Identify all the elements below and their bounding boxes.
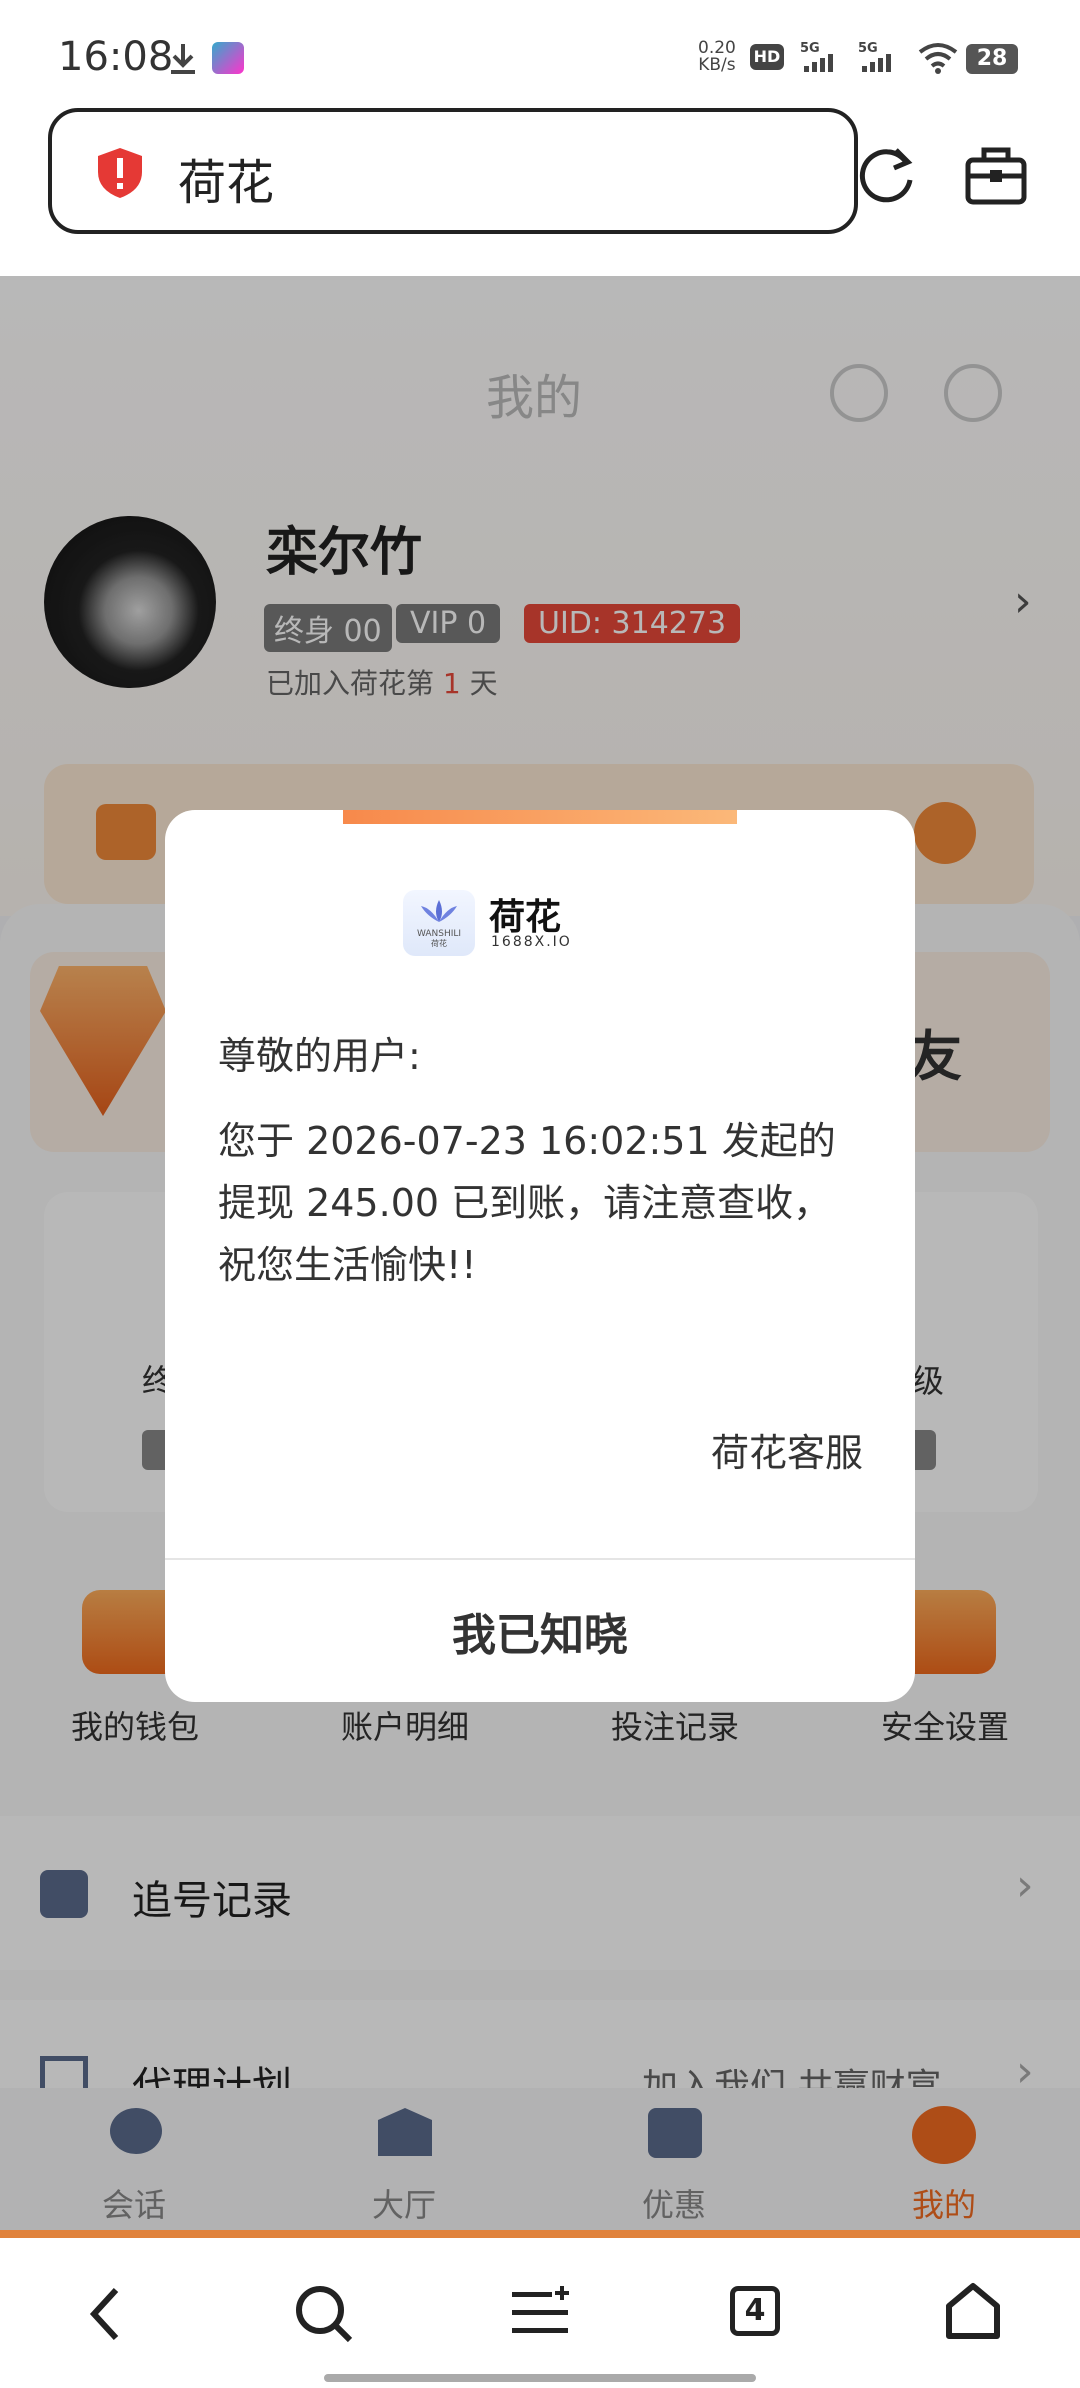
withdrawal-notice-dialog: WANSHILI 荷花 荷花 1688X.IO 尊敬的用户: 您于 2026-0… — [165, 810, 915, 1702]
svg-text:荷花: 荷花 — [431, 938, 447, 948]
gesture-handle — [324, 2374, 756, 2382]
status-bar: 16:08 0.20 KB/s HD 5G 5G 28 — [0, 0, 1080, 110]
svg-text:WANSHILI: WANSHILI — [417, 929, 461, 939]
back-icon[interactable] — [86, 2286, 126, 2342]
logo-subtitle: 1688X.IO — [491, 934, 572, 950]
logo-title: 荷花 — [489, 897, 562, 938]
toolbox-icon[interactable] — [964, 144, 1028, 206]
wifi-icon — [918, 43, 958, 74]
shield-icon — [98, 148, 142, 198]
dialog-accent-bar — [343, 810, 737, 824]
lotus-logo-icon: WANSHILI 荷花 — [403, 890, 475, 956]
acknowledge-button[interactable]: 我已知晓 — [165, 1560, 915, 1702]
tabs-count-icon[interactable]: 4 — [730, 2286, 780, 2336]
signal-5g-icon: 5G — [800, 41, 833, 72]
download-icon — [171, 44, 195, 74]
app-notification-icon — [212, 42, 244, 74]
dialog-signature: 荷花客服 — [710, 1431, 863, 1475]
address-bar[interactable] — [48, 108, 858, 234]
net-speed: 0.20 KB/s — [698, 38, 736, 75]
signal-5g-icon: 5G — [858, 41, 891, 72]
search-icon[interactable] — [294, 2284, 354, 2344]
status-time: 16:08 — [58, 34, 174, 80]
overlay-edge — [0, 2230, 1080, 2238]
hd-icon: HD — [750, 44, 784, 70]
menu-icon[interactable] — [510, 2286, 572, 2340]
dialog-message: 您于 2026-07-23 16:02:51 发起的提现 245.00 已到账，… — [218, 1119, 836, 1287]
address-text[interactable]: 荷花 — [178, 143, 274, 213]
home-icon[interactable] — [944, 2282, 1002, 2340]
battery-icon: 28 — [966, 44, 1018, 74]
reload-icon[interactable] — [856, 144, 918, 206]
svg-text:5G: 5G — [858, 41, 878, 56]
dialog-greeting: 尊敬的用户: — [218, 1034, 421, 1078]
svg-text:5G: 5G — [800, 41, 820, 56]
